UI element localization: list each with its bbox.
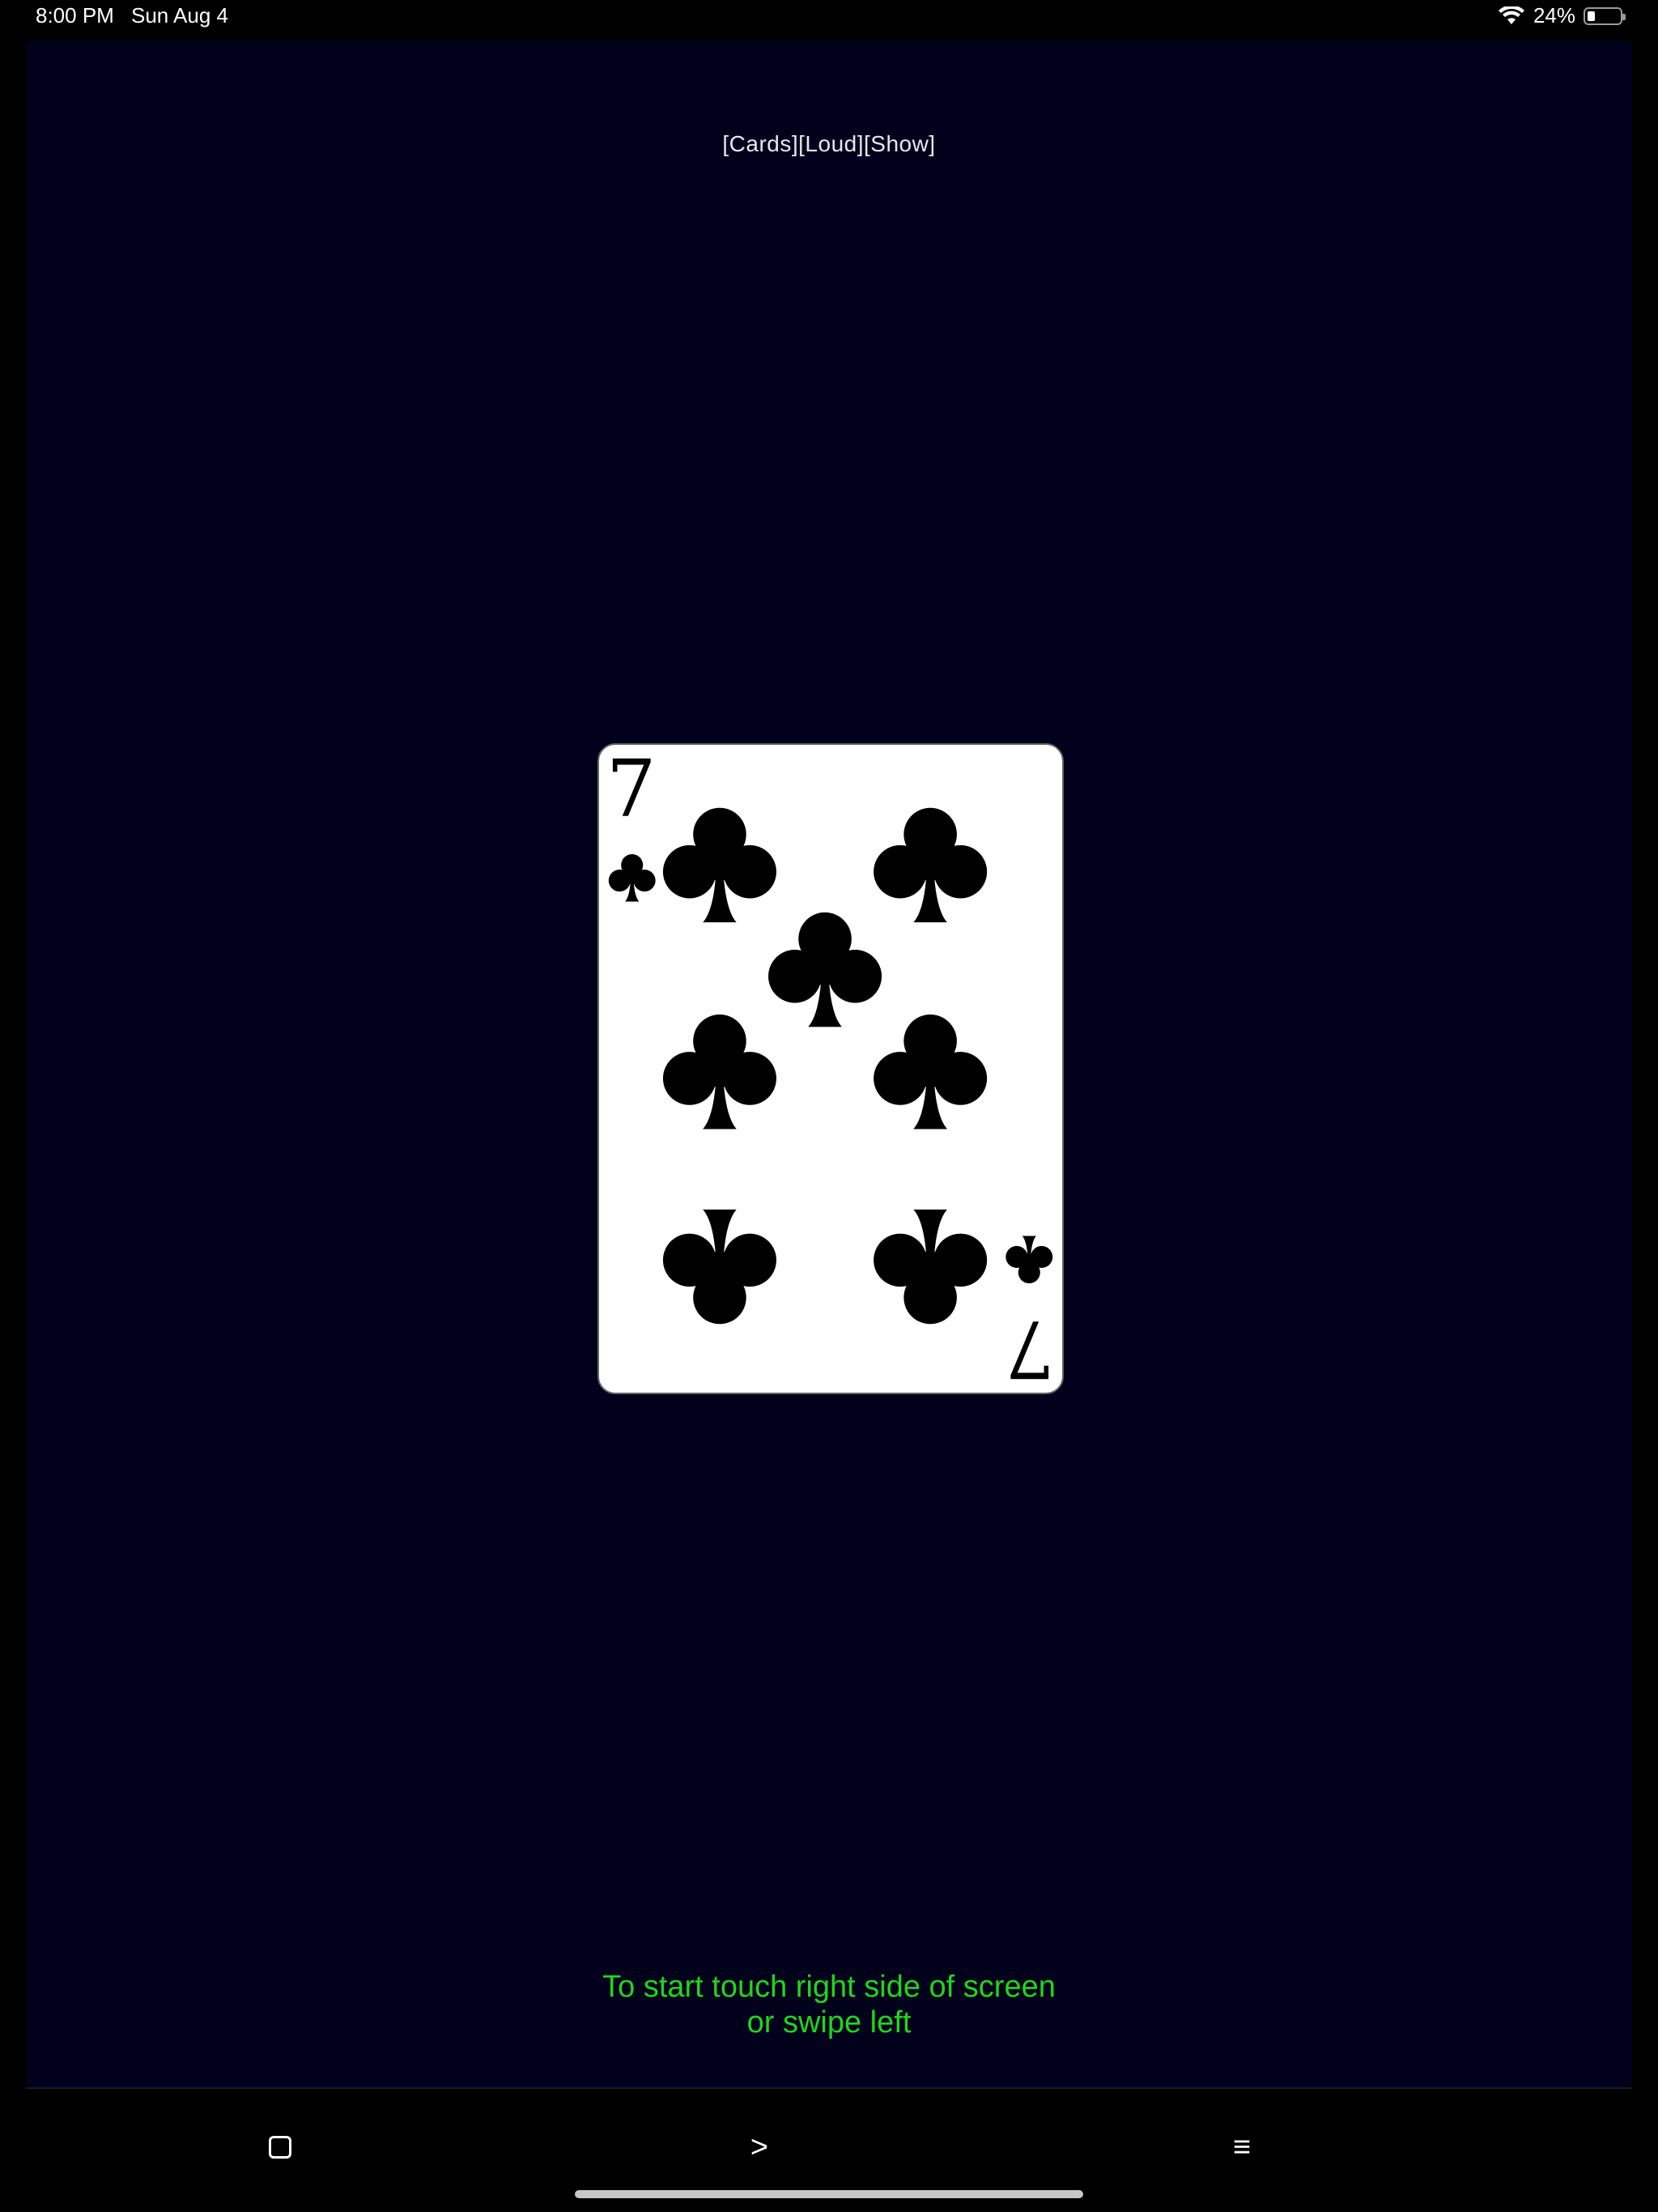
club-pip-icon bbox=[874, 807, 988, 923]
status-bar: 8:00 PM Sun Aug 4 24% bbox=[0, 0, 1658, 36]
status-time: 8:00 PM bbox=[36, 3, 114, 28]
club-pip-icon bbox=[768, 912, 882, 1027]
battery-level bbox=[1588, 11, 1595, 21]
home-indicator[interactable] bbox=[575, 2190, 1083, 2198]
square-button[interactable] bbox=[256, 2123, 304, 2172]
wifi-icon bbox=[1498, 6, 1524, 24]
card-pips bbox=[662, 807, 988, 1325]
club-pip-icon bbox=[874, 1209, 988, 1325]
club-pip-icon bbox=[662, 807, 776, 923]
menu-button[interactable]: ≡ bbox=[1218, 2123, 1266, 2172]
card-rank-top: 7 bbox=[606, 745, 657, 835]
card-rank-bottom: 7 bbox=[1005, 1303, 1055, 1393]
club-pip-icon bbox=[662, 1209, 776, 1325]
battery-icon bbox=[1584, 6, 1626, 25]
start-hint-line-1: To start touch right side of screen bbox=[602, 1970, 1056, 2004]
status-indicators: 24% bbox=[1498, 3, 1626, 28]
start-hint: To start touch right side of screen or s… bbox=[26, 1969, 1632, 2040]
card-suit-top-icon bbox=[608, 853, 656, 902]
card-face: 7 7 bbox=[606, 745, 1055, 1393]
playing-card[interactable]: 7 7 bbox=[597, 743, 1064, 1394]
mode-tags: [Cards][Loud][Show] bbox=[722, 131, 936, 156]
square-icon bbox=[269, 2136, 291, 2159]
club-pip-icon bbox=[874, 1014, 988, 1129]
main-panel[interactable]: [Cards][Loud][Show] 7 7 To start touch r… bbox=[26, 40, 1632, 2087]
next-button[interactable]: > bbox=[735, 2123, 784, 2172]
card-suit-bottom-icon bbox=[1005, 1236, 1053, 1284]
club-pip-icon bbox=[662, 1014, 776, 1129]
status-date: Sun Aug 4 bbox=[131, 3, 228, 28]
battery-percent: 24% bbox=[1533, 3, 1575, 28]
start-hint-line-2: or swipe left bbox=[746, 2006, 912, 2040]
